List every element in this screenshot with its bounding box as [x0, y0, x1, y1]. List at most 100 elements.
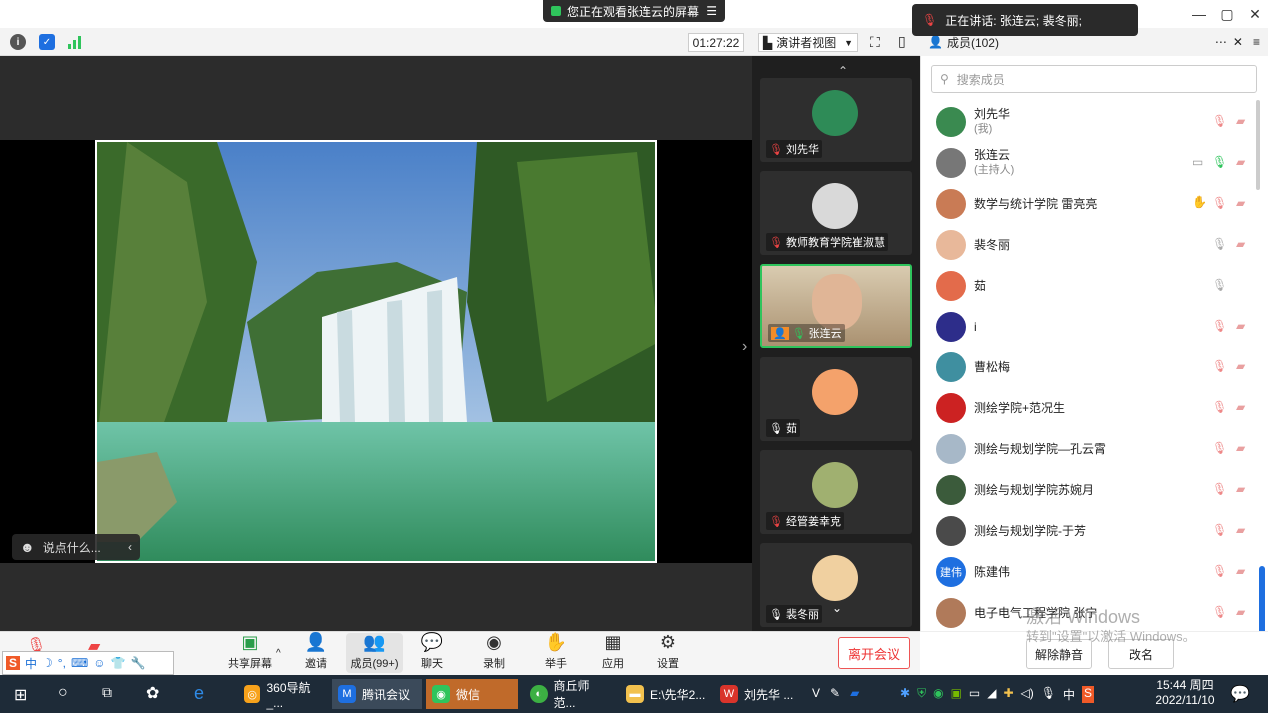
ime-toolbar[interactable]: S 中 ☽ °, ⌨ ☺ 👕 🔧	[2, 651, 174, 675]
close-button[interactable]: ✕	[1240, 4, 1268, 24]
member-row[interactable]: 测绘与规划学院苏婉月 🎙 ▰	[930, 470, 1260, 510]
plugin-icon[interactable]: ✚	[1003, 686, 1013, 703]
chevron-left-icon[interactable]: ‹	[128, 540, 132, 554]
video-tile-active[interactable]: 👤 🎙 张连云	[760, 264, 912, 348]
taskbar-item[interactable]: ◐ 商丘师范...	[524, 679, 616, 710]
video-tile[interactable]: 🎙 茹	[760, 357, 912, 441]
minimize-button[interactable]: —	[1184, 4, 1214, 24]
scroll-up-icon[interactable]: ⌃	[838, 64, 848, 78]
mic-icon[interactable]: 🎙	[1041, 686, 1056, 703]
mic-muted-icon[interactable]: 🎙	[1212, 523, 1227, 537]
apps-button[interactable]: ▦ 应用	[585, 633, 641, 673]
app-icon[interactable]: ✿	[146, 683, 159, 703]
bluetooth-icon[interactable]: ✱	[900, 686, 910, 703]
user-icon[interactable]: ☺	[93, 656, 105, 670]
mic-icon[interactable]: 🎙	[1212, 237, 1227, 251]
invite-button[interactable]: 👤 邀请	[288, 633, 344, 673]
tool-icon[interactable]: ✎	[830, 686, 840, 700]
search-icon[interactable]: ○	[58, 684, 68, 702]
camera-off-icon[interactable]: ▰	[1236, 605, 1245, 619]
camera-off-icon[interactable]: ▰	[1236, 237, 1245, 251]
ie-icon[interactable]: e	[194, 683, 204, 704]
leave-meeting-button[interactable]: 离开会议	[838, 637, 910, 669]
panel-scrollbar[interactable]	[1256, 100, 1260, 190]
expand-strip-icon[interactable]: ›	[742, 338, 747, 356]
camera-off-icon[interactable]: ▰	[1236, 564, 1245, 578]
members-button[interactable]: 👥 成员(99+)	[346, 633, 403, 673]
hand-raised-icon[interactable]: ✋	[1192, 195, 1207, 209]
mic-muted-icon[interactable]: 🎙	[1212, 400, 1227, 414]
member-row[interactable]: 测绘学院+范况生 🎙 ▰	[930, 388, 1260, 428]
shirt-icon[interactable]: 👕	[111, 656, 126, 670]
member-row[interactable]: 刘先华 (我) 🎙 ▰	[930, 102, 1260, 142]
menu-icon[interactable]: ≡	[1253, 35, 1260, 49]
camera-off-icon[interactable]: ▰	[1236, 359, 1245, 373]
task-view-icon[interactable]: ⧉	[102, 684, 112, 701]
member-row[interactable]: 曹松梅 🎙 ▰	[930, 347, 1260, 387]
vt-icon[interactable]: V	[812, 686, 820, 700]
security-shield-icon[interactable]: ✓	[39, 34, 55, 50]
chat-input-pill[interactable]: ☻ 说点什么... ‹	[12, 534, 140, 560]
mic-muted-icon[interactable]: 🎙	[1212, 605, 1227, 619]
taskbar-item[interactable]: ▬ E:\先华2...	[620, 679, 712, 709]
shield-icon[interactable]: ⛨	[917, 686, 926, 703]
chart-icon[interactable]: ▰	[850, 686, 859, 700]
member-row[interactable]: 张连云 (主持人) 🎙 ▰ ▭	[930, 143, 1260, 183]
signal-icon[interactable]	[68, 35, 84, 49]
display-icon[interactable]: ▭	[969, 686, 980, 703]
more-icon[interactable]: ⋯	[1215, 35, 1227, 49]
member-row[interactable]: i 🎙 ▰	[930, 307, 1260, 347]
screen-share-banner[interactable]: 您正在观看张连云的屏幕 ☰	[543, 0, 725, 22]
nvidia-icon[interactable]: ▣	[951, 686, 962, 703]
mic-muted-icon[interactable]: 🎙	[1212, 319, 1227, 333]
mic-muted-icon[interactable]: 🎙	[1212, 114, 1227, 128]
maximize-button[interactable]: ▢	[1212, 4, 1242, 24]
mic-muted-icon[interactable]: 🎙	[1212, 359, 1227, 373]
wrench-icon[interactable]: 🔧	[130, 656, 145, 670]
ime-tray-lang[interactable]: 中	[1063, 686, 1075, 703]
windows-start-icon[interactable]: ⊞	[14, 685, 27, 705]
sidebar-toggle-icon[interactable]: ▯	[898, 33, 906, 50]
emoji-icon[interactable]: ☻	[20, 539, 35, 555]
mic-icon[interactable]: 🎙	[1212, 278, 1227, 292]
notification-icon[interactable]: 💬	[1230, 684, 1250, 704]
taskbar-item[interactable]: ◎ 360导航_...	[238, 679, 328, 710]
mic-muted-icon[interactable]: 🎙	[1212, 564, 1227, 578]
camera-off-icon[interactable]: ▰	[1236, 400, 1245, 414]
member-row[interactable]: 茹 🎙	[930, 266, 1260, 306]
taskbar-item-active[interactable]: M 腾讯会议	[332, 679, 422, 709]
camera-off-icon[interactable]: ▰	[1236, 523, 1245, 537]
record-button[interactable]: ◉ 录制	[466, 633, 522, 673]
mic-icon[interactable]: 🎙	[1212, 155, 1227, 169]
mic-muted-icon[interactable]: 🎙	[1212, 196, 1227, 210]
video-tile[interactable]: 🎙 刘先华	[760, 78, 912, 162]
keyboard-icon[interactable]: ⌨	[71, 656, 88, 670]
video-tile[interactable]: 🎙 教师教育学院崔淑慧	[760, 171, 912, 255]
camera-off-icon[interactable]: ▰	[1236, 441, 1245, 455]
member-row[interactable]: 裴冬丽 🎙 ▰	[930, 225, 1260, 265]
camera-off-icon[interactable]: ▰	[1236, 482, 1245, 496]
close-panel-icon[interactable]: ✕	[1233, 35, 1243, 49]
member-row[interactable]: 数学与统计学院 雷亮亮 🎙 ▰ ✋	[930, 184, 1260, 224]
camera-off-icon[interactable]: ▰	[1236, 319, 1245, 333]
info-icon[interactable]: i	[10, 34, 26, 50]
member-row[interactable]: 建伟 陈建伟 🎙 ▰	[930, 552, 1260, 592]
camera-off-icon[interactable]: ▰	[1236, 114, 1245, 128]
fullscreen-icon[interactable]: ⛶	[870, 34, 880, 51]
share-screen-button[interactable]: ▣ 共享屏幕	[222, 633, 278, 673]
chevron-up-icon[interactable]: ^	[276, 648, 281, 659]
scroll-down-icon[interactable]: ⌄	[832, 601, 842, 615]
menu-icon[interactable]: ☰	[706, 4, 717, 18]
video-tile[interactable]: 🎙 经管姜幸克	[760, 450, 912, 534]
taskbar-item[interactable]: ◉ 微信	[426, 679, 518, 709]
taskbar-item[interactable]: W 刘先华 ...	[714, 679, 806, 709]
view-mode-dropdown[interactable]: ▙ 演讲者视图 ▼	[758, 33, 858, 52]
raise-hand-button[interactable]: ✋ 举手	[528, 633, 584, 673]
member-search-input[interactable]: ⚲ 搜索成员	[931, 65, 1257, 93]
member-row[interactable]: 测绘与规划学院-于芳 🎙 ▰	[930, 511, 1260, 551]
chat-button[interactable]: 💬 聊天	[404, 633, 460, 673]
punctuation-icon[interactable]: °,	[58, 656, 66, 670]
camera-off-icon[interactable]: ▰	[1236, 155, 1245, 169]
mic-muted-icon[interactable]: 🎙	[1212, 482, 1227, 496]
ime-lang[interactable]: 中	[25, 655, 37, 672]
